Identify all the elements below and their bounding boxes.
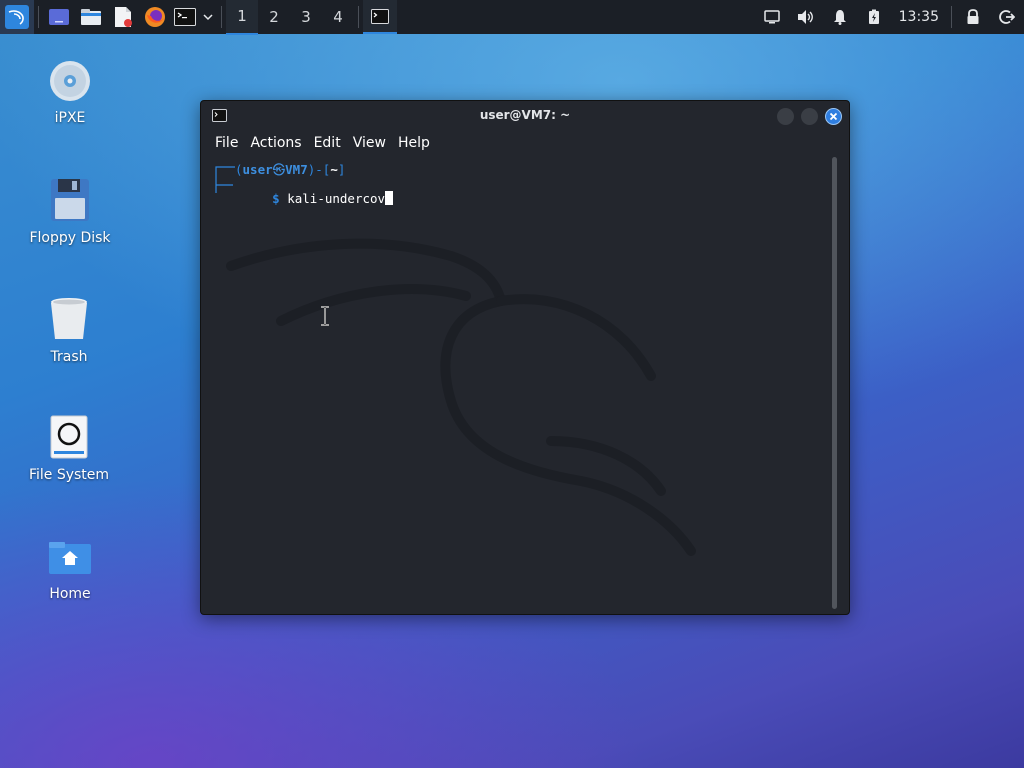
minimize-button[interactable] — [777, 108, 794, 125]
menu-file[interactable]: File — [215, 135, 246, 151]
menu-help[interactable]: Help — [398, 135, 438, 151]
kali-dragon-icon — [5, 5, 29, 29]
prompt-dir: ~ — [330, 162, 338, 177]
taskbar-terminal-window[interactable] — [363, 0, 397, 34]
firefox-icon — [145, 7, 165, 27]
home-folder-icon — [49, 542, 91, 574]
terminal-content[interactable]: (user㉿VM7)-[~] $ kali-undercov — [213, 159, 823, 599]
firefox-launcher[interactable] — [139, 0, 171, 34]
speaker-icon — [797, 10, 813, 24]
lock-icon — [967, 9, 979, 24]
text-editor-launcher[interactable] — [107, 0, 139, 34]
desktop-icon-label: Floppy Disk — [29, 230, 111, 246]
logout-icon — [999, 10, 1015, 24]
workspace-3[interactable]: 3 — [290, 0, 322, 34]
terminal-icon — [371, 8, 389, 24]
panel-separator — [221, 6, 222, 28]
window-titlebar[interactable]: user@VM7: ~ — [201, 101, 849, 131]
desktop-icon-trash[interactable]: Trash — [14, 297, 124, 365]
menu-view[interactable]: View — [353, 135, 394, 151]
prompt-user: user — [242, 162, 273, 177]
desktop-icon-file-system[interactable]: File System — [14, 415, 124, 483]
prompt-symbol: $ — [272, 191, 280, 206]
desktop-icon-label: File System — [28, 467, 110, 483]
panel-separator — [38, 6, 39, 28]
prompt-at-icon: ㉿ — [272, 162, 286, 177]
monitor-icon — [763, 10, 780, 24]
terminal-menubar: File Actions Edit View Help — [215, 135, 442, 151]
workspace-1[interactable]: 1 — [226, 0, 258, 35]
panel-clock[interactable]: 13:35 — [891, 9, 947, 25]
trash-icon — [51, 298, 87, 339]
terminal-scrollbar[interactable] — [832, 157, 837, 609]
text-cursor — [385, 191, 394, 205]
cd-disc-icon — [50, 61, 90, 101]
terminal-launcher[interactable] — [171, 0, 199, 34]
maximize-button[interactable] — [801, 108, 818, 125]
battery-charging-icon — [868, 9, 879, 24]
terminal-icon — [174, 8, 196, 26]
workspace-4[interactable]: 4 — [322, 0, 354, 34]
terminal-window[interactable]: user@VM7: ~ File Actions Edit View Help — [200, 100, 850, 615]
top-panel: 1 2 3 4 13:35 — [0, 0, 1024, 35]
folder-icon — [81, 9, 101, 25]
volume-tray-button[interactable] — [789, 0, 823, 34]
panel-separator — [358, 6, 359, 28]
desktop-icon-label: iPXE — [54, 110, 86, 126]
panel-separator — [951, 6, 952, 28]
show-desktop-button[interactable] — [43, 0, 75, 34]
desktop-icon-floppy-disk[interactable]: Floppy Disk — [15, 178, 125, 246]
bell-icon — [833, 10, 846, 25]
kali-menu-button[interactable] — [0, 0, 34, 34]
logout-button[interactable] — [990, 0, 1024, 34]
chevron-down-icon — [203, 14, 213, 21]
prompt-line-2: $ kali-undercov — [227, 176, 394, 221]
launcher-dropdown[interactable] — [199, 0, 217, 34]
close-button[interactable] — [825, 108, 842, 125]
workspace-2[interactable]: 2 — [258, 0, 290, 34]
command-text: kali-undercov — [287, 191, 386, 206]
desktop-icon-home[interactable]: Home — [15, 540, 125, 602]
system-tray: 13:35 — [755, 0, 1024, 34]
menu-actions[interactable]: Actions — [250, 135, 309, 151]
desktop-icon-ipxe[interactable]: iPXE — [15, 60, 125, 126]
desktop-icon-label: Home — [49, 586, 91, 602]
close-icon — [829, 112, 838, 121]
text-editor-icon — [115, 7, 132, 27]
floppy-disk-icon — [51, 179, 89, 221]
desktop-icon — [49, 9, 69, 25]
hard-drive-icon — [50, 415, 88, 459]
window-title: user@VM7: ~ — [479, 108, 571, 122]
ibeam-cursor-icon — [321, 306, 329, 326]
menu-edit[interactable]: Edit — [314, 135, 349, 151]
lock-screen-button[interactable] — [956, 0, 990, 34]
power-tray-button[interactable] — [857, 0, 891, 34]
desktop-icon-label: Trash — [50, 349, 88, 365]
file-manager-launcher[interactable] — [75, 0, 107, 34]
prompt-host: VM7 — [285, 162, 308, 177]
notifications-tray-button[interactable] — [823, 0, 857, 34]
display-tray-button[interactable] — [755, 0, 789, 34]
